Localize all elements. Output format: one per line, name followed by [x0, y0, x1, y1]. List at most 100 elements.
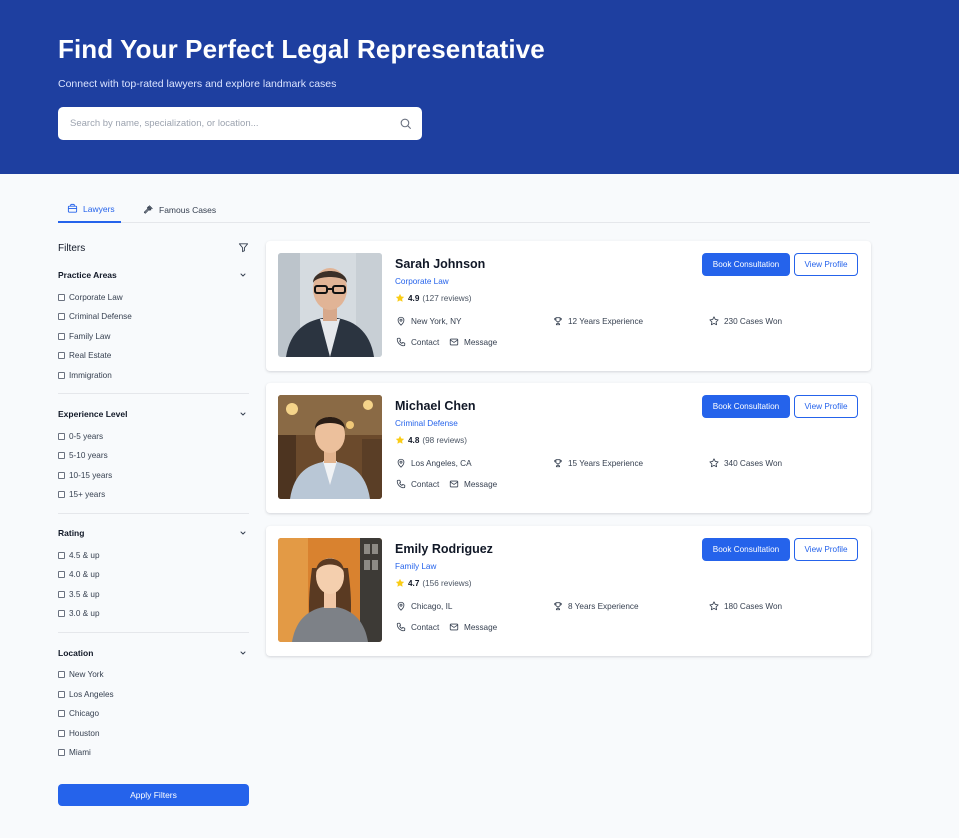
rating-value: 4.9	[408, 293, 420, 303]
map-pin-icon	[397, 601, 405, 611]
checkbox[interactable]	[58, 490, 65, 498]
book-consultation-button[interactable]: Book Consultation	[702, 253, 790, 276]
filter-option[interactable]: New York	[58, 668, 104, 680]
checkbox[interactable]	[58, 570, 65, 578]
lawyer-experience: 12 Years Experience	[553, 315, 643, 327]
filter-section-title: Location	[58, 648, 94, 658]
apply-filters-button[interactable]: Apply Filters	[58, 784, 249, 806]
chevron-down-icon[interactable]	[239, 271, 247, 279]
lawyer-location: Chicago, IL	[396, 600, 452, 612]
mail-icon	[449, 338, 459, 346]
divider	[58, 393, 249, 394]
lawyer-specialization: Criminal Defense	[395, 419, 458, 428]
mail-icon	[449, 480, 459, 488]
star-outline-icon	[709, 601, 719, 611]
lawyer-photo[interactable]	[278, 253, 382, 357]
checkbox[interactable]	[58, 551, 65, 559]
filter-option[interactable]: Real Estate	[58, 349, 111, 361]
lawyer-card: Michael Chen Criminal Defense 4.8 (98 re…	[266, 383, 871, 513]
filter-option[interactable]: 3.5 & up	[58, 588, 100, 600]
star-outline-icon	[709, 458, 719, 468]
filter-section-title: Rating	[58, 528, 85, 538]
chevron-down-icon[interactable]	[239, 649, 247, 657]
lawyer-rating: 4.7 (156 reviews)	[395, 577, 472, 589]
message-link[interactable]: Message	[449, 478, 497, 490]
lawyer-cases-won: 340 Cases Won	[709, 457, 782, 469]
search-icon[interactable]	[399, 117, 412, 130]
lawyer-photo[interactable]	[278, 538, 382, 642]
checkbox[interactable]	[58, 312, 65, 320]
checkbox[interactable]	[58, 471, 65, 479]
filter-section-title: Experience Level	[58, 409, 128, 419]
star-outline-icon	[709, 316, 719, 326]
filter-option[interactable]: Criminal Defense	[58, 310, 132, 322]
tab-lawyers[interactable]: Lawyers	[58, 196, 121, 223]
checkbox[interactable]	[58, 590, 65, 598]
filter-option[interactable]: 15+ years	[58, 488, 105, 500]
filter-option[interactable]: Chicago	[58, 707, 99, 719]
checkbox[interactable]	[58, 451, 65, 459]
mail-icon	[449, 623, 459, 631]
message-link[interactable]: Message	[449, 336, 497, 348]
checkbox[interactable]	[58, 670, 65, 678]
filter-option[interactable]: 5-10 years	[58, 449, 108, 461]
filter-option[interactable]: Immigration	[58, 369, 112, 381]
lawyer-experience: 8 Years Experience	[553, 600, 639, 612]
filter-option[interactable]: 3.0 & up	[58, 607, 100, 619]
checkbox[interactable]	[58, 351, 65, 359]
chevron-down-icon[interactable]	[239, 529, 247, 537]
filter-option[interactable]: 4.5 & up	[58, 549, 100, 561]
message-link[interactable]: Message	[449, 621, 497, 633]
checkbox[interactable]	[58, 729, 65, 737]
trophy-icon	[554, 459, 562, 468]
view-profile-button[interactable]: View Profile	[794, 253, 858, 276]
lawyer-experience: 15 Years Experience	[553, 457, 643, 469]
filter-option[interactable]: 0-5 years	[58, 430, 103, 442]
filter-option[interactable]: 4.0 & up	[58, 568, 100, 580]
checkbox[interactable]	[58, 293, 65, 301]
chevron-down-icon[interactable]	[239, 410, 247, 418]
phone-icon	[396, 479, 406, 489]
filter-option[interactable]: Houston	[58, 727, 100, 739]
view-profile-button[interactable]: View Profile	[794, 538, 858, 561]
divider	[58, 513, 249, 514]
view-profile-button[interactable]: View Profile	[794, 395, 858, 418]
map-pin-icon	[397, 458, 405, 468]
book-consultation-button[interactable]: Book Consultation	[702, 538, 790, 561]
page-subtitle: Connect with top-rated lawyers and explo…	[58, 78, 337, 90]
tab-bar: Lawyers Famous Cases	[58, 196, 870, 223]
phone-icon	[396, 622, 406, 632]
review-count: (156 reviews)	[422, 578, 472, 588]
contact-link[interactable]: Contact	[396, 478, 439, 490]
tab-famous-cases[interactable]: Famous Cases	[143, 196, 217, 223]
book-consultation-button[interactable]: Book Consultation	[702, 395, 790, 418]
checkbox[interactable]	[58, 432, 65, 440]
lawyer-specialization: Corporate Law	[395, 277, 449, 286]
filter-icon[interactable]	[238, 242, 249, 253]
lawyer-name[interactable]: Sarah Johnson	[395, 257, 485, 271]
contact-link[interactable]: Contact	[396, 336, 439, 348]
filter-option[interactable]: 10-15 years	[58, 469, 112, 481]
tab-label: Famous Cases	[159, 204, 217, 215]
filter-option[interactable]: Miami	[58, 746, 91, 758]
star-icon	[395, 293, 405, 302]
contact-link[interactable]: Contact	[396, 621, 439, 633]
filter-option[interactable]: Family Law	[58, 330, 110, 342]
lawyer-name[interactable]: Michael Chen	[395, 399, 476, 413]
checkbox[interactable]	[58, 371, 65, 379]
lawyer-cases-won: 180 Cases Won	[709, 600, 782, 612]
briefcase-icon	[67, 203, 78, 213]
checkbox[interactable]	[58, 332, 65, 340]
checkbox[interactable]	[58, 709, 65, 717]
search-input[interactable]	[58, 107, 422, 140]
checkbox[interactable]	[58, 609, 65, 617]
trophy-icon	[554, 602, 562, 611]
lawyer-name[interactable]: Emily Rodriguez	[395, 542, 493, 556]
lawyer-photo[interactable]	[278, 395, 382, 499]
checkbox[interactable]	[58, 748, 65, 756]
lawyer-cases-won: 230 Cases Won	[709, 315, 782, 327]
page-title: Find Your Perfect Legal Representative	[58, 34, 545, 64]
checkbox[interactable]	[58, 690, 65, 698]
filter-option[interactable]: Corporate Law	[58, 291, 123, 303]
filter-option[interactable]: Los Angeles	[58, 688, 114, 700]
